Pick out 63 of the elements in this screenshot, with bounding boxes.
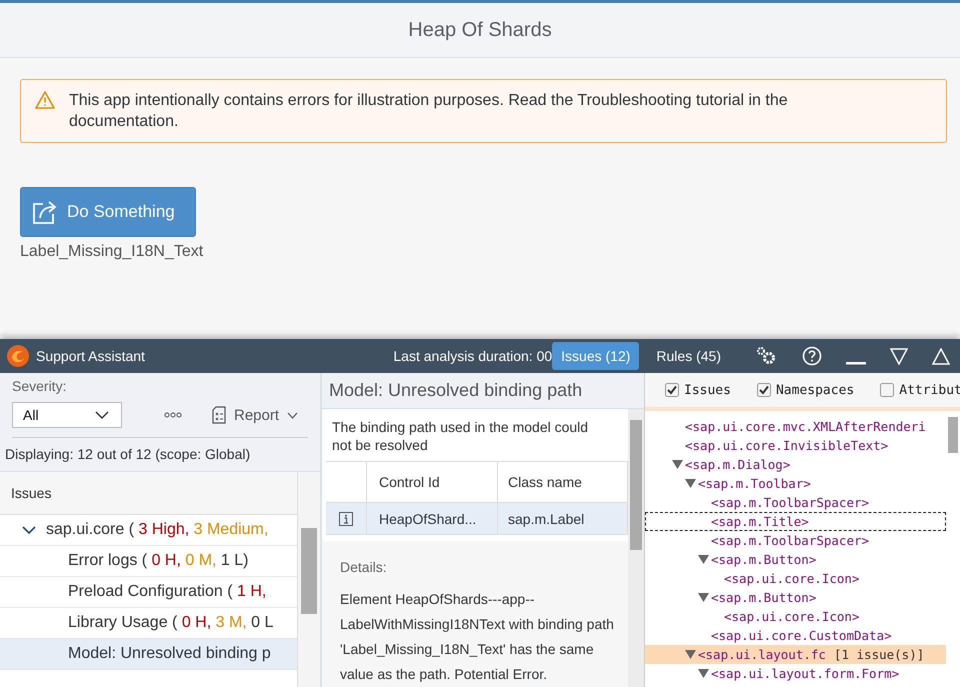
info-icon	[339, 512, 353, 526]
option-checkbox[interactable]: Namespaces	[756, 382, 854, 398]
issue-title: Model: Unresolved binding path	[322, 373, 644, 409]
analysis-duration: Last analysis duration: 00	[393, 348, 552, 364]
app-title: Heap Of Shards	[408, 18, 552, 42]
severity-select[interactable]: All	[12, 402, 122, 428]
warning-icon	[35, 91, 55, 109]
tree-node[interactable]: <sap.m.Button>	[645, 550, 946, 569]
expand-triangle-icon[interactable]	[698, 593, 709, 602]
tree-node[interactable]: <sap.m.Title>	[645, 512, 946, 531]
checkbox-icon[interactable]	[880, 383, 894, 397]
tree-node[interactable]: <sap.ui.core.InvisibleText>	[645, 436, 946, 455]
table-row[interactable]: HeapOfShard... sap.m.Label	[326, 503, 628, 535]
scrollbar-thumb[interactable]	[948, 417, 958, 453]
document-icon	[212, 406, 226, 424]
report-button[interactable]: Report	[206, 405, 304, 425]
tree-node[interactable]: <sap.m.ToolbarSpacer>	[645, 531, 946, 550]
share-icon	[31, 199, 59, 225]
scrollbar-thumb[interactable]	[301, 528, 317, 614]
warning-text: This app intentionally contains errors for illustration purposes. Read the Troubleshooting tutorial in the documentation.	[69, 91, 789, 132]
tree-node[interactable]: <sap.ui.layout.form.Form>	[645, 664, 946, 683]
expand-triangle-icon[interactable]	[698, 555, 709, 564]
displaying-text: Displaying: 12 out of 12 (scope: Global)	[4, 445, 252, 464]
help-icon[interactable]	[802, 346, 822, 366]
label-text: Label_Missing_I18N_Text	[20, 243, 204, 261]
tree-node[interactable]: <sap.ui.layout.fc [1 issue(s)]	[645, 645, 946, 664]
tree-node[interactable]: <sap.m.ToolbarSpacer>	[645, 493, 946, 512]
expand-triangle-icon[interactable]	[685, 650, 696, 659]
flame-logo-icon	[6, 344, 30, 368]
severity-label: Severity:	[12, 378, 68, 394]
expand-triangle-icon[interactable]	[698, 669, 709, 678]
details-label: Details:	[340, 559, 387, 575]
tree-node[interactable]: <sap.m.Toolbar>	[645, 474, 946, 493]
tree-node[interactable]: <sap.m.Button>	[645, 588, 946, 607]
checkbox-icon[interactable]	[665, 383, 679, 397]
assistant-title: Support Assistant	[36, 348, 145, 364]
expand-triangle-icon[interactable]	[685, 479, 696, 488]
table-cell: HeapOfShard...	[367, 503, 498, 534]
option-checkbox[interactable]: Issues	[665, 382, 731, 398]
tree-node[interactable]: <sap.ui.core.mvc.XMLAfterRenderi	[645, 417, 946, 436]
chevron-down-icon	[22, 526, 36, 534]
toolbar-tab[interactable]: Rules (45)	[647, 342, 730, 370]
checkbox-icon[interactable]	[756, 383, 771, 397]
dock-up-icon[interactable]	[932, 348, 950, 364]
dock-down-icon[interactable]	[890, 348, 908, 364]
chevron-down-icon	[287, 412, 298, 418]
details-text: Element HeapOfShards---app--LabelWithMissingI18NText with binding path 'Label_Missing_I18N_Text' has the same value as the path. Potential Error.	[340, 590, 615, 684]
tree-node[interactable]: <sap.ui.core.Icon>	[645, 569, 946, 588]
issue-row[interactable]: Error logs ( 0 H, 0 M, 1 L)	[0, 546, 297, 577]
column-header: Control Id	[367, 462, 498, 502]
tree-node[interactable]: <sap.m.Dialog>	[645, 455, 946, 474]
expand-triangle-icon[interactable]	[672, 460, 683, 469]
issue-row[interactable]: Model: Unresolved binding p	[0, 639, 297, 670]
chevron-down-icon	[95, 411, 109, 419]
more-icon[interactable]	[164, 412, 182, 418]
issue-description: The binding path used in the model could not be resolved	[331, 418, 590, 455]
settings-icon[interactable]	[756, 346, 778, 366]
tree-node[interactable]: <sap.ui.core.Icon>	[645, 607, 946, 626]
issue-row[interactable]: sap.ui.core ( 3 High, 3 Medium,	[0, 515, 297, 546]
column-header: Issues	[0, 472, 297, 515]
tree-node[interactable]: <sap.ui.core.CustomData>	[645, 626, 946, 645]
issue-row[interactable]: Preload Configuration ( 1 H,	[0, 577, 297, 608]
scrollbar-thumb[interactable]	[630, 420, 642, 550]
